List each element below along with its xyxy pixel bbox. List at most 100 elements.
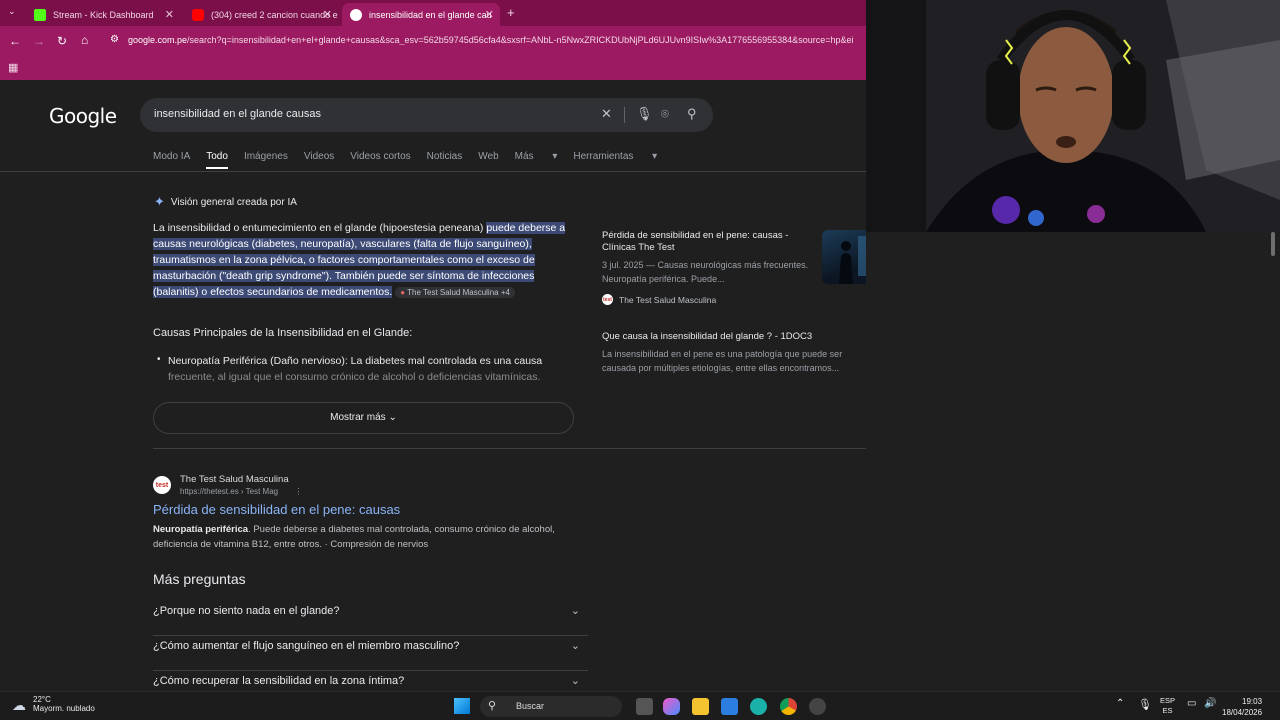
- ppa-question[interactable]: ¿Cómo aumentar el flujo sanguíneo en el …: [153, 636, 588, 671]
- filter-videos[interactable]: Videos: [304, 151, 334, 169]
- copilot-icon[interactable]: [663, 698, 680, 715]
- url-field[interactable]: google.com.pe/search?q=insensibilidad+en…: [128, 35, 866, 45]
- filter-noticias[interactable]: Noticias: [427, 151, 463, 169]
- microphone-icon[interactable]: 🎙: [636, 106, 653, 122]
- filter-mas-label: Más: [514, 151, 534, 162]
- google-logo[interactable]: Google: [49, 104, 117, 128]
- close-tab-icon[interactable]: ✕: [323, 8, 332, 21]
- ppa-question-text: ¿Cómo aumentar el flujo sanguíneo en el …: [153, 640, 460, 652]
- result-title-link[interactable]: Pérdida de sensibilidad en el pene: caus…: [153, 502, 400, 517]
- weather-desc: Mayorm. nublado: [33, 704, 95, 713]
- card-description: La insensibilidad en el pene es una pato…: [602, 349, 843, 373]
- result-url-text: https://thetest.es › Test Mag: [180, 487, 279, 496]
- clock-date: 18/04/2026: [1222, 708, 1263, 717]
- new-tab-button[interactable]: +: [507, 5, 515, 20]
- filter-herramientas-label: Herramientas: [573, 151, 634, 162]
- site-info-icon[interactable]: ⚙: [110, 34, 119, 45]
- webcam-overlay: [866, 0, 1280, 232]
- chevron-down-icon: ⌄: [570, 605, 580, 617]
- filter-imagenes[interactable]: Imágenes: [244, 151, 288, 169]
- ai-source-card[interactable]: Que causa la insensibilidad del glande ?…: [602, 331, 864, 375]
- search-icon[interactable]: ⚲: [687, 106, 697, 122]
- close-tab-icon[interactable]: ✕: [485, 8, 494, 21]
- filter-videos-cortos[interactable]: Videos cortos: [350, 151, 410, 169]
- weather-temp: 22°C: [33, 695, 51, 704]
- ai-source-card[interactable]: Pérdida de sensibilidad en el pene: caus…: [602, 230, 812, 305]
- result-url[interactable]: https://thetest.es › Test Mag ⋮: [180, 487, 302, 496]
- show-more-button[interactable]: Mostrar más ⌄: [153, 402, 574, 434]
- clear-icon[interactable]: ✕: [601, 106, 612, 122]
- card-source-name: The Test Salud Masculina: [619, 294, 717, 305]
- store-icon[interactable]: [721, 698, 738, 715]
- url-domain: google.com.pe: [128, 35, 188, 45]
- source-chip-label: The Test Salud Masculina +4: [407, 288, 510, 297]
- network-icon[interactable]: ▭: [1187, 698, 1196, 709]
- filter-modo-ia[interactable]: Modo IA: [153, 151, 190, 169]
- microphone-icon[interactable]: 🎙: [1138, 698, 1152, 711]
- language-indicator[interactable]: ESP ES: [1160, 696, 1175, 716]
- card-title: Pérdida de sensibilidad en el pene: caus…: [602, 230, 789, 253]
- youtube-icon: [192, 8, 204, 21]
- apps-grid-icon[interactable]: ▦: [8, 61, 18, 74]
- filter-mas[interactable]: Más ▾: [515, 151, 558, 169]
- file-explorer-icon[interactable]: [692, 698, 709, 715]
- people-also-ask-title: Más preguntas: [153, 571, 246, 587]
- chevron-down-icon: ⌄: [388, 412, 397, 423]
- search-box[interactable]: insensibilidad en el glande causas ✕ 🎙 ⌾…: [140, 98, 713, 132]
- google-icon: [350, 8, 362, 21]
- lens-icon[interactable]: ⌾: [661, 106, 669, 122]
- source-chip[interactable]: ● The Test Salud Masculina +4: [395, 287, 515, 298]
- ppa-question[interactable]: ¿Cómo recuperar la sensibilidad en la zo…: [153, 671, 588, 691]
- search-input[interactable]: insensibilidad en el glande causas: [154, 108, 321, 120]
- close-tab-icon[interactable]: ✕: [165, 8, 174, 21]
- more-options-icon[interactable]: ⋮: [294, 487, 302, 496]
- obs-icon[interactable]: [809, 698, 826, 715]
- weather-widget[interactable]: 22°C Mayorm. nublado: [33, 695, 95, 713]
- edge-icon[interactable]: [750, 698, 767, 715]
- clock-time: 19:03: [1242, 697, 1263, 706]
- lang-secondary: ES: [1162, 706, 1173, 715]
- filter-herramientas[interactable]: Herramientas ▾: [573, 151, 657, 169]
- bullet-text: La diabetes mal controlada es una causa: [347, 355, 543, 367]
- ai-overview-text: La insensibilidad o entumecimiento en el…: [153, 220, 578, 301]
- search-label: Buscar: [516, 701, 545, 711]
- filter-todo[interactable]: Todo: [206, 151, 228, 169]
- kick-icon: [34, 8, 46, 21]
- browser-tab-bar: ⌄ Stream - Kick Dashboard ✕ (304) creed …: [0, 0, 866, 26]
- scrollbar-thumb[interactable]: [1271, 232, 1275, 256]
- filter-web[interactable]: Web: [478, 151, 498, 169]
- bullet-faded: frecuente, al igual que el consumo cróni…: [168, 371, 541, 383]
- tab-search-chevron-icon[interactable]: ⌄: [8, 6, 16, 17]
- tab-title: insensibilidad en el glande cau: [369, 9, 492, 20]
- right-panel-background: [866, 232, 1280, 691]
- lang-primary: ESP: [1160, 696, 1176, 705]
- tab-youtube[interactable]: (304) creed 2 cancion cuando e ✕: [184, 3, 338, 26]
- chrome-icon[interactable]: [780, 698, 797, 715]
- home-icon[interactable]: ⌂: [81, 33, 88, 47]
- ai-overview-title: Visión general creada por IA: [170, 196, 297, 208]
- card-source: test The Test Salud Masculina: [602, 294, 812, 305]
- tab-kick[interactable]: Stream - Kick Dashboard ✕: [26, 3, 180, 26]
- taskbar-search[interactable]: Buscar: [480, 696, 622, 717]
- forward-icon[interactable]: →: [33, 34, 45, 48]
- webcam-person-image: [866, 0, 1280, 232]
- reload-icon[interactable]: ↻: [57, 34, 67, 48]
- windows-start-icon[interactable]: [454, 698, 470, 714]
- search-icon: ⚲: [488, 700, 497, 712]
- task-view-icon[interactable]: [636, 698, 653, 715]
- chevron-up-icon[interactable]: ⌃: [1116, 698, 1124, 709]
- cloud-icon: ☁: [12, 697, 26, 713]
- test-favicon-icon: test: [153, 476, 171, 494]
- result-site-name[interactable]: The Test Salud Masculina: [180, 474, 289, 485]
- bullet-dot: •: [157, 354, 161, 365]
- chevron-down-icon: ⌄: [570, 675, 580, 687]
- address-bar-row: ← → ↻ ⌂ ⚙ google.com.pe/search?q=insensi…: [0, 26, 866, 58]
- back-icon[interactable]: ←: [9, 34, 21, 48]
- system-clock[interactable]: 19:03 18/04/2026: [1222, 696, 1262, 718]
- tab-google-search[interactable]: insensibilidad en el glande cau ✕: [342, 3, 500, 26]
- card-thumbnail[interactable]: [822, 230, 866, 284]
- windows-taskbar: ☁ 22°C Mayorm. nublado Buscar ⚲ ⌃ 🎙 ESP …: [0, 691, 1280, 720]
- ppa-question[interactable]: ¿Porque no siento nada en el glande? ⌄: [153, 601, 588, 636]
- search-filters: Modo IA Todo Imágenes Videos Videos cort…: [153, 151, 673, 169]
- volume-icon[interactable]: 🔊: [1204, 698, 1216, 709]
